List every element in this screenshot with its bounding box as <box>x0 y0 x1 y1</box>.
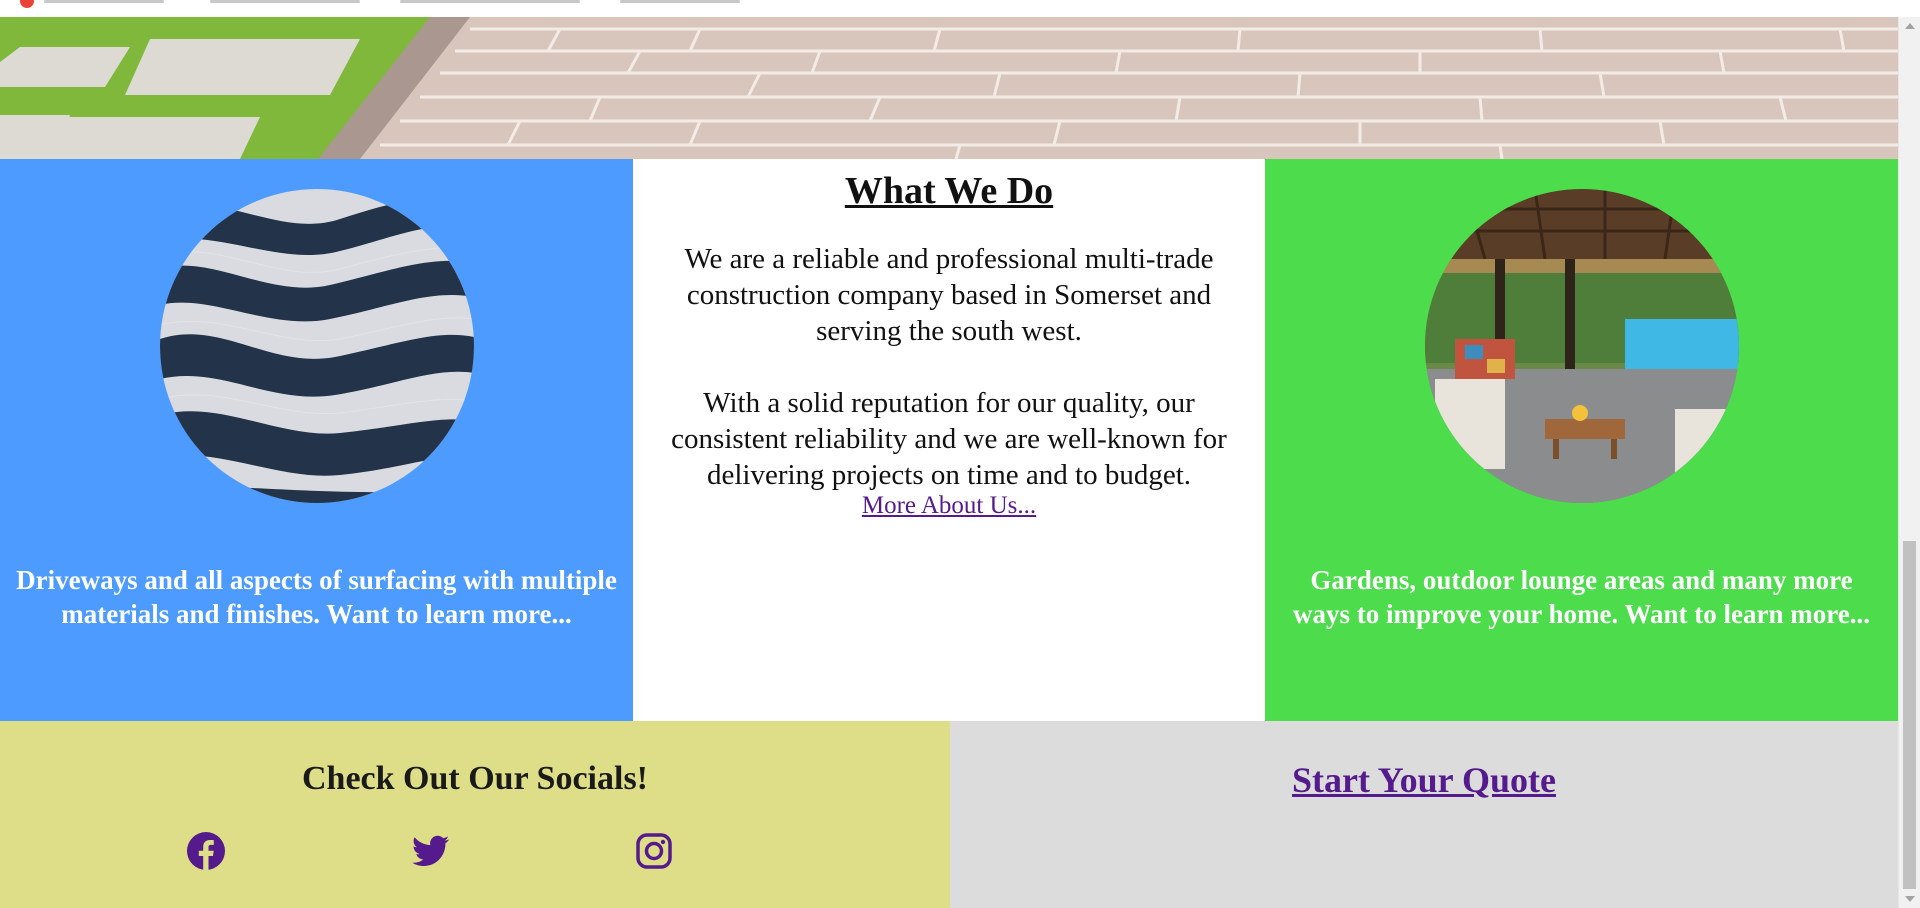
more-about-us-link[interactable]: More About Us... <box>633 493 1265 519</box>
bookmark-item[interactable] <box>620 0 740 3</box>
scroll-down-icon[interactable] <box>1905 896 1915 902</box>
page-scrollbar[interactable] <box>1898 17 1920 908</box>
hero-image <box>0 17 1898 159</box>
services-section: Driveways and all aspects of surfacing w… <box>0 159 1898 721</box>
twitter-icon[interactable] <box>412 832 450 870</box>
quote-panel: Start Your Quote <box>950 721 1898 908</box>
facebook-icon[interactable] <box>187 832 225 870</box>
instagram-icon[interactable] <box>635 832 673 870</box>
driveways-image[interactable] <box>159 189 474 503</box>
driveways-caption: Driveways and all aspects of surfacing w… <box>16 565 617 629</box>
gardens-caption: Gardens, outdoor lounge areas and many m… <box>1293 565 1870 629</box>
bookmark-favicon[interactable] <box>20 0 34 8</box>
paving-grass-illustration <box>0 17 1898 159</box>
about-paragraph-2: With a solid reputation for our quality,… <box>671 387 1227 491</box>
socials-panel: Check Out Our Socials! <box>0 721 950 908</box>
outdoor-lounge-illustration <box>1424 189 1739 503</box>
page: Driveways and all aspects of surfacing w… <box>0 0 1920 908</box>
mosaic-pavement-illustration <box>159 189 474 503</box>
scroll-up-icon[interactable] <box>1905 23 1915 29</box>
bookmark-item[interactable] <box>210 0 360 3</box>
about-paragraph-1: We are a reliable and professional multi… <box>684 243 1214 347</box>
gardens-image[interactable] <box>1424 189 1739 503</box>
footer-section: Check Out Our Socials! Start Your Quote <box>0 721 1898 908</box>
scroll-thumb[interactable] <box>1903 541 1916 889</box>
driveways-card[interactable]: Driveways and all aspects of surfacing w… <box>0 159 633 721</box>
about-title: What We Do <box>844 170 1054 212</box>
bookmark-item[interactable] <box>400 0 580 3</box>
start-quote-link[interactable]: Start Your Quote <box>950 759 1898 801</box>
gardens-card[interactable]: Gardens, outdoor lounge areas and many m… <box>1265 159 1898 721</box>
bookmark-item[interactable] <box>44 0 164 3</box>
browser-bookmarks-strip <box>0 0 1898 17</box>
about-card: What We Do We are a reliable and profess… <box>633 159 1265 721</box>
socials-title: Check Out Our Socials! <box>301 760 648 797</box>
